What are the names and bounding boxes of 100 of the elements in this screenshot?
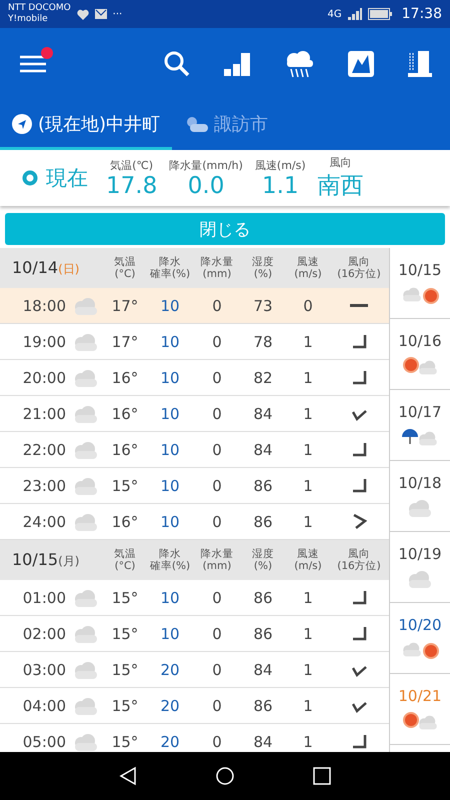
column-heading: 湿度 (%) [251, 256, 275, 280]
forecast-date: 10/17 [398, 403, 442, 421]
wind-speed-cell-text: 1 [302, 332, 314, 350]
ranking-button[interactable] [224, 51, 250, 77]
day-forecast[interactable]: 10/15 [390, 248, 450, 319]
precipitation-cell-text: 0 [211, 588, 223, 606]
humidity-cell-text: 86 [252, 696, 274, 714]
time-cell-text: 01:00 [22, 588, 66, 606]
signal-icon [348, 8, 362, 20]
time-cell-text: 04:00 [22, 696, 66, 714]
time-cell-text: 02:00 [22, 624, 66, 642]
precipitation-chance-cell-text: 10 [159, 440, 181, 458]
temperature-cell-text: 15° [110, 696, 140, 714]
network-type: 4G [328, 8, 342, 20]
wind-speed-cell-text: 1 [302, 512, 314, 530]
temperature-cell-text: 16° [110, 368, 140, 386]
precipitation-cell-text: 0 [211, 440, 223, 458]
humidity-cell-text: 86 [252, 588, 274, 606]
precipitation-cell-text: 0 [211, 660, 223, 678]
heart-icon [76, 8, 89, 20]
search-button[interactable] [164, 51, 190, 77]
current-heading: 気温(℃) [110, 158, 154, 172]
column-heading: 風向 (16方位) [336, 548, 382, 572]
precipitation-cell-text: 0 [211, 332, 223, 350]
humidity-cell-text: 82 [252, 368, 274, 386]
precipitation-chance-cell-text: 20 [159, 660, 181, 678]
map-button[interactable] [348, 51, 374, 77]
day-forecast[interactable]: 10/19 [390, 532, 450, 603]
temperature-cell-text: 16° [110, 440, 140, 458]
map-icon [348, 51, 374, 77]
wind-speed-cell-text: 1 [302, 368, 314, 386]
forecast-date: 10/18 [398, 474, 442, 492]
clock-time: 17:38 [402, 6, 442, 22]
menu-button[interactable] [20, 54, 46, 74]
humidity-cell-text: 73 [252, 296, 274, 314]
date-heading: 10/15(月) [11, 550, 80, 570]
time-cell-text: 03:00 [22, 660, 66, 678]
column-heading: 湿度 (%) [251, 548, 275, 572]
column-heading: 気温 (°C) [113, 548, 137, 572]
humidity-cell-text: 86 [252, 512, 274, 530]
humidity-cell-text: 84 [252, 404, 274, 422]
carrier-name: NTT DOCOMO [8, 3, 71, 14]
precipitation-chance-cell-text: 10 [159, 476, 181, 494]
time-cell-text: 23:00 [22, 476, 66, 494]
time-cell-text: 21:00 [22, 404, 66, 422]
day-forecast[interactable]: 10/17 [390, 390, 450, 461]
wind-speed-cell-text: 1 [302, 440, 314, 458]
location-tab[interactable]: (現在地)中井町 [0, 100, 172, 150]
temperature-cell-text: 16° [110, 404, 140, 422]
precipitation-cell-text: 0 [211, 624, 223, 642]
temperature-cell-text: 15° [110, 732, 140, 750]
rain-cloud-icon [284, 50, 314, 78]
precipitation-cell-text: 0 [211, 696, 223, 714]
sun-cloud-icon [184, 114, 208, 132]
precipitation-chance-cell-text: 20 [159, 732, 181, 750]
current-value: 1.1 [262, 172, 299, 198]
home-icon[interactable] [215, 766, 235, 786]
current-value: 0.0 [188, 172, 224, 198]
time-cell-text: 18:00 [22, 296, 66, 314]
temperature-cell-text: 15° [110, 476, 140, 494]
precipitation-chance-cell-text: 10 [159, 404, 181, 422]
current-value: 南西 [318, 172, 364, 201]
back-icon[interactable] [119, 766, 137, 786]
current-label: 現在 [46, 165, 88, 192]
date-heading: 10/14(日) [11, 258, 80, 278]
temperature-cell-text: 16° [110, 512, 140, 530]
wind-speed-cell-text: 1 [302, 476, 314, 494]
rain-button[interactable] [284, 50, 314, 78]
ring-icon [22, 170, 38, 186]
temperature-cell-text: 15° [110, 624, 140, 642]
forecast-date: 10/16 [398, 332, 442, 350]
mail-icon [94, 9, 107, 19]
humidity-cell-text: 84 [252, 732, 274, 750]
current-value: 17.8 [106, 172, 158, 198]
column-heading: 気温 (°C) [113, 256, 137, 280]
wind-speed-cell-text: 1 [302, 588, 314, 606]
day-forecast[interactable]: 10/18 [390, 461, 450, 532]
temperature-cell-text: 15° [110, 660, 140, 678]
precipitation-chance-cell-text: 10 [159, 368, 181, 386]
temperature-cell-text: 15° [110, 588, 140, 606]
column-heading: 降水量 (mm) [200, 548, 234, 572]
forecast-date: 10/19 [398, 545, 442, 563]
precipitation-chance-cell-text: 10 [159, 588, 181, 606]
forecast-date: 10/20 [398, 616, 442, 634]
carrier-name: Y!mobile [8, 14, 49, 25]
time-cell-text: 19:00 [22, 332, 66, 350]
day-forecast[interactable]: 10/20 [390, 603, 450, 674]
wind-speed-cell-text: 1 [302, 696, 314, 714]
current-heading: 降水量(mm/h) [169, 158, 243, 172]
wind-speed-cell-text: 1 [302, 404, 314, 422]
humidity-cell-text: 84 [252, 440, 274, 458]
day-forecast[interactable]: 10/16 [390, 319, 450, 390]
recents-icon[interactable] [313, 767, 331, 785]
battery-icon [368, 8, 392, 20]
building-button[interactable] [408, 51, 432, 77]
time-cell-text: 05:00 [22, 732, 66, 750]
wind-speed-cell-text: 1 [302, 660, 314, 678]
precipitation-chance-cell-text: 20 [159, 696, 181, 714]
wind-speed-cell-text: 1 [302, 732, 314, 750]
wind-speed-cell-text: 1 [302, 624, 314, 642]
